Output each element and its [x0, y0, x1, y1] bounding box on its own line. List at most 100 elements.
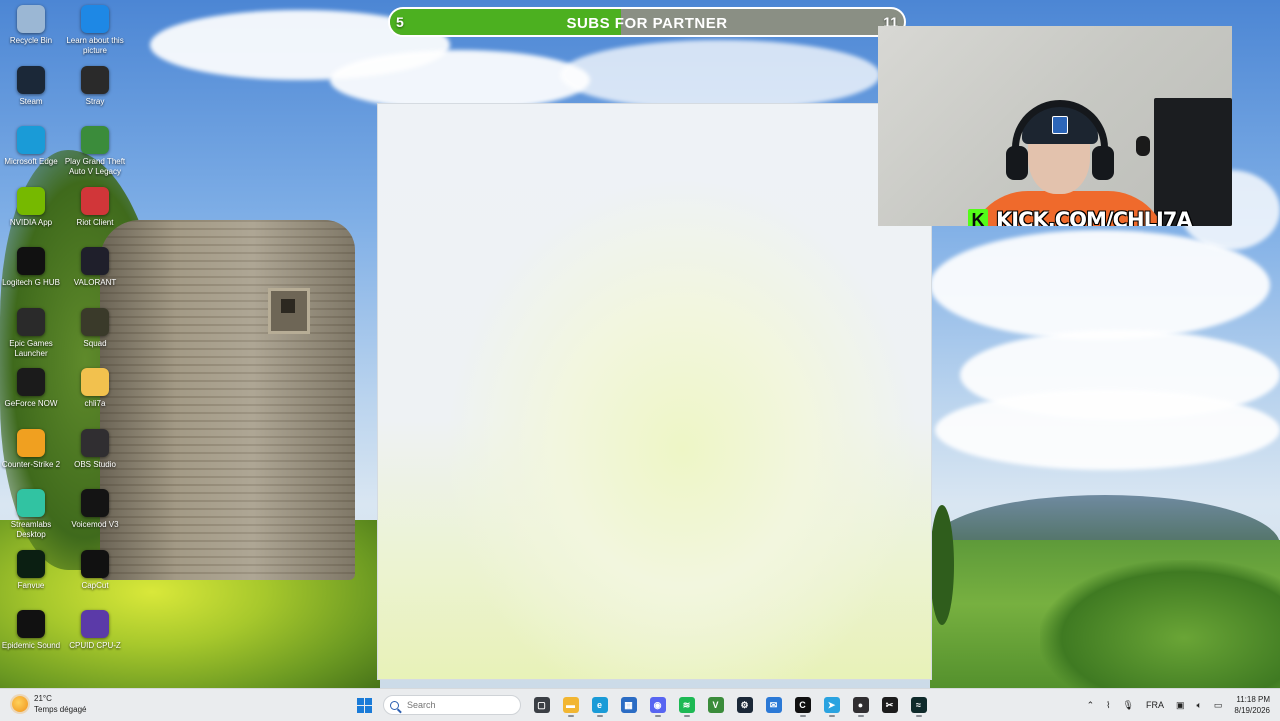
desktop-icon-epic[interactable]: Epic Games Launcher [0, 307, 62, 359]
desktop-icon-label: Logitech G HUB [2, 278, 60, 287]
desktop-icon-learn-picture[interactable]: Learn about this picture [64, 5, 126, 56]
desktop-icon-edge[interactable]: Microsoft Edge [0, 126, 62, 167]
network-icon[interactable]: ▣ [1176, 700, 1185, 711]
desktop-icon-cpuz[interactable]: CPUID CPU-Z [64, 610, 126, 651]
clock[interactable]: 11:18 PM 8/19/2026 [1234, 694, 1270, 716]
taskbar-spotify-button[interactable]: ≋ [675, 693, 699, 717]
epic-icon [17, 307, 45, 336]
blank-app-window[interactable] [377, 103, 932, 680]
gta-icon [81, 126, 109, 154]
desktop-icon-recycle-bin[interactable]: Recycle Bin [0, 5, 62, 46]
goal-current: 5 [396, 14, 404, 30]
search-input[interactable] [405, 699, 519, 711]
desktop-icon-label: OBS Studio [74, 459, 116, 469]
taskbar-task-view-button[interactable]: ▢ [530, 693, 554, 717]
taskbar-center: ▢ ▬ e ▦ ◉ ≋ V ⚙ ✉ C ➤ ● ✂ ≈ [350, 692, 933, 718]
kick-channel-url: KICK.COM/CHLI7A [996, 208, 1193, 226]
desktop-icon-label: Epidemic Sound [1, 641, 61, 650]
desktop-icon-squad[interactable]: Squad [64, 307, 126, 349]
obs-icon: ● [852, 697, 869, 713]
desktop-icon-label: Voicemod V3 [71, 520, 119, 529]
desktop-icon-streamlabs[interactable]: Streamlabs Desktop [0, 489, 62, 540]
desktop-icon-riot[interactable]: Riot Client [64, 186, 126, 228]
taskbar-search[interactable] [383, 695, 521, 715]
taskbar-edge-button[interactable]: e [588, 693, 612, 717]
edge-icon [17, 126, 45, 154]
kick-banner: K KICK.COM/CHLI7A [968, 208, 1193, 226]
taskbar-gta-button[interactable]: V [704, 693, 728, 717]
desktop-icon-label: chli7a [84, 399, 106, 408]
battery-icon[interactable]: ▭ [1214, 700, 1223, 711]
cs-icon [17, 428, 45, 457]
desktop-icon-label: VALORANT [73, 278, 117, 287]
geforce-now-icon [17, 368, 45, 396]
weather-description: Temps dégagé [34, 705, 87, 714]
desktop-icon-capcut[interactable]: CapCut [64, 549, 126, 591]
desktop-icon-label: Squad [83, 338, 107, 348]
clock-time: 11:18 PM [1236, 695, 1270, 704]
start-button[interactable] [353, 693, 377, 717]
desktop-icon-cs[interactable]: Counter-Strike 2 [0, 428, 62, 470]
streamer [968, 86, 1168, 226]
taskbar-voicemod-button[interactable]: ≈ [907, 693, 931, 717]
edge-icon: e [591, 697, 608, 713]
logitech-icon [17, 247, 45, 275]
voicemod-icon [81, 489, 109, 517]
desktop-icon-stray[interactable]: Stray [64, 65, 126, 107]
desktop-icon-epidemic-sound[interactable]: Epidemic Sound [0, 610, 62, 651]
show-hidden-icons-icon[interactable]: ⌃ [1087, 700, 1095, 711]
desktop-icon-label: Microsoft Edge [4, 157, 58, 166]
taskbar-file-explorer-button[interactable]: ▬ [559, 693, 583, 717]
network-off-icon[interactable]: ⌇ [1106, 700, 1110, 711]
taskbar-capcut-alt-button[interactable]: ✂ [878, 693, 902, 717]
desktop-icon-label: Stray [85, 96, 105, 106]
desktop-icon-label: CPUID CPU-Z [69, 641, 121, 650]
desktop-icon-voicemod[interactable]: Voicemod V3 [64, 489, 126, 530]
webcam-overlay: K KICK.COM/CHLI7A [878, 26, 1232, 226]
desktop-icon-label: Epic Games Launcher [9, 338, 53, 358]
desktop-icon-fanvue[interactable]: Fanvue [0, 549, 62, 591]
taskbar-ms-store-button[interactable]: ▦ [617, 693, 641, 717]
microphone-icon[interactable]: 🎙︎ [1123, 700, 1134, 711]
desktop-icon-valorant[interactable]: VALORANT [64, 247, 126, 288]
desktop-icon-steam[interactable]: Steam [0, 65, 62, 107]
desktop-icon-logitech[interactable]: Logitech G HUB [0, 247, 62, 288]
desktop-icon-gta[interactable]: Play Grand Theft Auto V Legacy [64, 126, 126, 177]
taskbar-capcut-button[interactable]: C [791, 693, 815, 717]
language-indicator[interactable]: FRA [1146, 700, 1164, 710]
desktop-icon-label: Learn about this picture [66, 36, 124, 55]
desktop-icon-obs[interactable]: OBS Studio [64, 428, 126, 470]
capcut-icon [81, 549, 109, 578]
obs-icon [81, 428, 109, 457]
desktop-icon-label: Steam [19, 96, 43, 106]
streamlabs-icon [17, 489, 45, 517]
cpuz-icon [81, 610, 109, 638]
desktop-icon-label: Recycle Bin [9, 36, 53, 45]
weather-widget[interactable]: 21°C Temps dégagé [12, 693, 86, 715]
spotify-icon: ≋ [678, 697, 695, 713]
stray-icon [81, 65, 109, 94]
gta-icon: V [707, 697, 724, 713]
volume-icon[interactable]: 🔈︎ [1196, 700, 1201, 711]
desktop-icon-folder[interactable]: chli7a [64, 368, 126, 409]
ms-store-icon: ▦ [620, 697, 637, 713]
taskbar-obs-button[interactable]: ● [849, 693, 873, 717]
taskbar-discord-button[interactable]: ◉ [646, 693, 670, 717]
squad-icon [81, 307, 109, 336]
taskbar-steam-button[interactable]: ⚙ [733, 693, 757, 717]
search-icon [390, 700, 399, 710]
fanvue-icon [17, 549, 45, 578]
microphone [1136, 136, 1150, 156]
desktop-icon-label: Fanvue [17, 580, 45, 590]
sun-moon-weather-icon [12, 696, 28, 712]
epidemic-sound-icon [17, 610, 45, 638]
nvidia-icon [17, 186, 45, 215]
taskbar-telegram-button[interactable]: ➤ [820, 693, 844, 717]
desktop-icon-label: GeForce NOW [4, 399, 58, 408]
desktop-icon-geforce-now[interactable]: GeForce NOW [0, 368, 62, 409]
taskbar-mail-app-button[interactable]: ✉ [762, 693, 786, 717]
desktop-icon-nvidia[interactable]: NVIDIA App [0, 186, 62, 228]
windows-logo-icon [357, 697, 372, 713]
telegram-icon: ➤ [823, 697, 840, 713]
riot-icon [81, 186, 109, 215]
